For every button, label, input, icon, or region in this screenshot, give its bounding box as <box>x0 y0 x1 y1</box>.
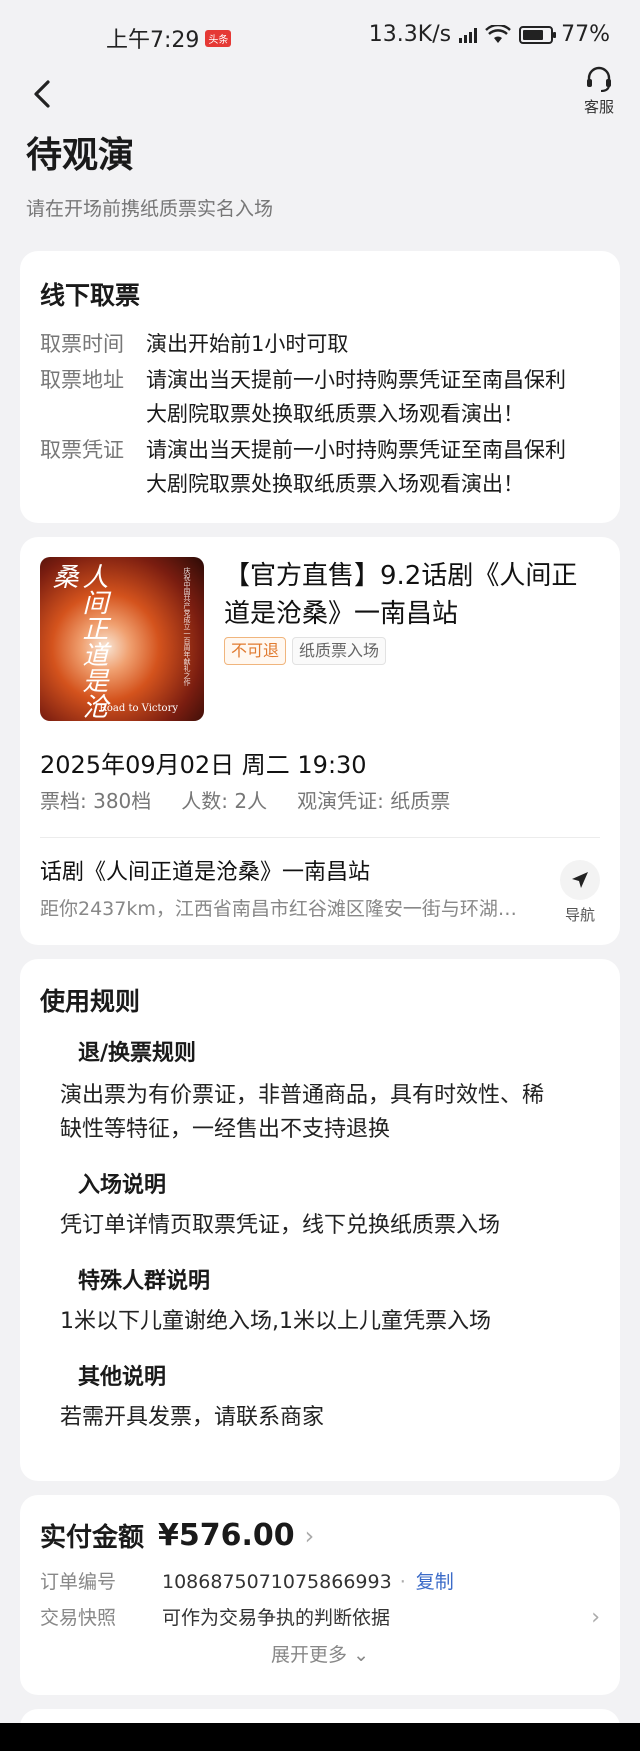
amount-value: ¥576.00 <box>158 1518 295 1553</box>
rule-item: 入场说明 凭订单详情页取票凭证，线下兑换纸质票入场 <box>40 1171 600 1243</box>
navigation-button[interactable]: 导航 <box>560 860 600 925</box>
event-tags: 不可退 纸质票入场 <box>224 637 600 665</box>
pickup-row: 取票地址 请演出当天提前一小时持购票凭证至南昌保利大剧院取票处换取纸质票入场观看… <box>40 363 600 431</box>
rule-item: 特殊人群说明 1米以下儿童谢绝入场,1米以上儿童凭票入场 <box>40 1267 600 1339</box>
rule-title: 入场说明 <box>78 1173 167 1198</box>
expand-more-button[interactable]: 展开更多 ⌄ <box>40 1640 600 1667</box>
back-icon[interactable] <box>26 74 60 114</box>
snapshot-row[interactable]: 交易快照 可作为交易争执的判断依据 › <box>40 1600 600 1636</box>
event-header[interactable]: 人间正道是沧桑 庆祝中国共产党成立一百周年献礼之作 Road to Victor… <box>40 557 600 721</box>
ticket-tier: 票档: 380档 <box>40 789 152 813</box>
dot-separator: · <box>399 1571 406 1593</box>
venue-info: 话剧《人间正道是沧桑》一南昌站 距你2437km，江西省南昌市红谷滩区隆安一街与… <box>40 858 530 925</box>
chevron-down-icon: ⌄ <box>353 1644 369 1666</box>
signal-icon <box>459 27 478 43</box>
pickup-row-label: 取票凭证 <box>40 438 124 462</box>
event-poster[interactable]: 人间正道是沧桑 庆祝中国共产党成立一百周年献礼之作 Road to Victor… <box>40 557 204 721</box>
page-title: 待观演 <box>26 135 135 176</box>
event-title: 【官方直售】9.2话剧《人间正道是沧桑》一南昌站 <box>224 561 578 629</box>
battery-percent: 77% <box>561 22 610 47</box>
snapshot-label: 交易快照 <box>40 1607 117 1629</box>
event-meta: 票档: 380档 人数: 2人 观演凭证: 纸质票 <box>40 787 600 815</box>
rule-text: 凭订单详情页取票凭证，线下兑换纸质票入场 <box>60 1213 501 1238</box>
pickup-row: 取票凭证 请演出当天提前一小时持购票凭证至南昌保利大剧院取票处换取纸质票入场观看… <box>40 433 600 501</box>
navigation-arrow-icon <box>572 872 588 888</box>
network-speed: 13.3K/s <box>368 22 452 47</box>
venue-row[interactable]: 话剧《人间正道是沧桑》一南昌站 距你2437km，江西省南昌市红谷滩区隆安一街与… <box>40 838 600 925</box>
ticket-count: 人数: 2人 <box>181 789 268 813</box>
pickup-row-label: 取票地址 <box>40 368 124 392</box>
rule-item: 其他说明 若需开具发票，请联系商家 <box>40 1363 600 1435</box>
wifi-icon <box>485 24 511 43</box>
navigation-icon-wrap <box>560 860 600 900</box>
venue-address: 距你2437km，江西省南昌市红谷滩区隆安一街与环湖路交叉口 <box>40 898 530 920</box>
poster-caption: 庆祝中国共产党成立一百周年献礼之作 <box>183 567 191 686</box>
battery-icon <box>519 25 557 44</box>
copy-button[interactable]: 复制 <box>416 1564 454 1600</box>
page-subtitle: 请在开场前携纸质票实名入场 <box>26 198 274 220</box>
amount-label: 实付金额 <box>40 1523 145 1553</box>
order-number-label: 订单编号 <box>40 1571 117 1593</box>
status-time-group: 上午7:29 头条 <box>106 22 232 54</box>
pickup-row-value: 请演出当天提前一小时持购票凭证至南昌保利大剧院取票处换取纸质票入场观看演出！ <box>146 368 566 426</box>
pickup-row-label: 取票时间 <box>40 332 124 356</box>
rule-title: 其他说明 <box>78 1365 167 1390</box>
tag-nonrefundable: 不可退 <box>224 637 287 665</box>
status-bar: 上午7:29 头条 13.3K/s 77% <box>0 0 640 70</box>
pickup-row-value: 请演出当天提前一小时持购票凭证至南昌保利大剧院取票处换取纸质票入场观看演出！ <box>146 438 566 496</box>
pickup-row-value: 演出开始前1小时可取 <box>146 332 349 356</box>
event-card[interactable]: 人间正道是沧桑 庆祝中国共产党成立一百周年献礼之作 Road to Victor… <box>20 537 620 945</box>
amount-row[interactable]: 实付金额 ¥576.00 › <box>40 1517 600 1554</box>
tag-paper-ticket: 纸质票入场 <box>292 637 387 665</box>
rule-text: 若需开具发票，请联系商家 <box>60 1405 325 1430</box>
pickup-title: 线下取票 <box>40 281 141 310</box>
status-time: 上午7:29 <box>106 28 200 53</box>
snapshot-value: 可作为交易争执的判断依据 <box>162 1607 391 1629</box>
ticket-voucher: 观演凭证: 纸质票 <box>297 789 451 813</box>
order-number: 1086875071075866993 <box>162 1571 392 1593</box>
system-nav-bar <box>0 1723 640 1751</box>
rules-card: 使用规则 退/换票规则 演出票为有价票证，非普通商品，具有时效性、稀缺性等特征，… <box>20 959 620 1481</box>
rule-item: 退/换票规则 演出票为有价票证，非普通商品，具有时效性、稀缺性等特征，一经售出不… <box>40 1039 600 1147</box>
poster-english: Road to Victory <box>99 703 178 714</box>
venue-name: 话剧《人间正道是沧桑》一南昌站 <box>40 860 371 885</box>
event-datetime: 2025年09月02日 周二 19:30 <box>40 751 367 779</box>
poster-title: 人间正道是沧桑 <box>48 563 108 719</box>
event-info: 【官方直售】9.2话剧《人间正道是沧桑》一南昌站 不可退 纸质票入场 <box>224 557 600 721</box>
pickup-card: 线下取票 取票时间 演出开始前1小时可取 取票地址 请演出当天提前一小时持购票凭… <box>20 251 620 523</box>
navigation-label: 导航 <box>564 906 595 924</box>
rule-title: 退/换票规则 <box>78 1041 197 1066</box>
battery-fill <box>523 29 544 40</box>
rule-text: 1米以下儿童谢绝入场,1米以上儿童凭票入场 <box>60 1309 491 1334</box>
expand-more-label: 展开更多 <box>271 1644 348 1666</box>
customer-service-button[interactable]: 客服 <box>584 64 614 117</box>
payment-card: 实付金额 ¥576.00 › 订单编号 1086875071075866993 … <box>20 1495 620 1695</box>
rule-title: 特殊人群说明 <box>78 1269 211 1294</box>
chevron-right-icon: › <box>591 1605 600 1630</box>
chevron-right-icon: › <box>304 1521 315 1550</box>
rule-text: 演出票为有价票证，非普通商品，具有时效性、稀缺性等特征，一经售出不支持退换 <box>60 1083 545 1142</box>
headset-icon <box>586 66 611 92</box>
status-badge: 头条 <box>205 29 232 47</box>
order-number-row: 订单编号 1086875071075866993 · 复制 <box>40 1564 600 1600</box>
pickup-row: 取票时间 演出开始前1小时可取 <box>40 327 600 361</box>
status-indicators: 13.3K/s 77% <box>369 22 610 47</box>
rules-title: 使用规则 <box>40 987 141 1016</box>
nav-bar: 客服 <box>0 66 640 130</box>
service-label: 客服 <box>583 98 614 116</box>
